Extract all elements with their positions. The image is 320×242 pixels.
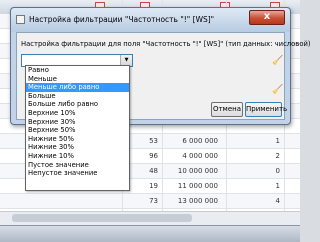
dropdown-option[interactable]: Больше либо равно (26, 100, 129, 109)
table-cell: 1 (275, 182, 280, 190)
broom-clear-icon[interactable]: 🧹 (272, 85, 283, 96)
condition-dropdown-list: Равно Меньше Меньше либо равно Больше Больше… (25, 65, 130, 191)
dropdown-option[interactable]: Верхние 10% (26, 109, 129, 118)
dropdown-option[interactable]: Меньше либо равно (26, 83, 129, 92)
dropdown-option[interactable]: Нижние 30% (26, 143, 129, 152)
filter-description: Настройка фильтрации для поля "Частотнос… (21, 40, 311, 48)
broom-clear-icon[interactable]: 🧹 (272, 56, 283, 67)
dropdown-option[interactable]: Больше (26, 92, 129, 101)
apply-button[interactable]: Применить (245, 102, 287, 117)
table-cell: 13 000 000 (177, 197, 218, 205)
window-icon (16, 15, 25, 24)
dialog-titlebar[interactable]: Настройка фильтрации "Частотность "!" [W… (11, 8, 290, 32)
dropdown-option[interactable]: Верхние 50% (26, 126, 129, 135)
dropdown-option[interactable]: Верхние 30% (26, 118, 129, 127)
close-button[interactable]: x (249, 10, 285, 25)
table-cell: 11 000 000 (177, 182, 218, 190)
table-cell: 6 000 000 (182, 137, 218, 145)
status-bar (0, 225, 300, 242)
dropdown-option[interactable]: Нижние 10% (26, 152, 129, 161)
horizontal-scrollbar[interactable] (0, 211, 300, 225)
table-cell: 48 (149, 167, 158, 175)
dropdown-option[interactable]: Нижние 50% (26, 135, 129, 144)
table-cell: 73 (149, 197, 158, 205)
table-cell: 4 000 000 (182, 152, 218, 160)
table-cell: 2 (275, 152, 280, 160)
table-cell: 53 (149, 137, 158, 145)
table-cell: 10 000 000 (177, 167, 218, 175)
table-cell: 96 (149, 152, 158, 160)
scrollbar-thumb[interactable] (12, 214, 192, 222)
table-cell: 0 (275, 167, 280, 175)
dropdown-option[interactable]: Равно (26, 66, 129, 75)
table-cell: 4 (275, 197, 280, 205)
table-row[interactable]: 73 13 000 000 4 (0, 194, 300, 209)
dropdown-option[interactable]: Пустое значение (26, 161, 129, 170)
cancel-button[interactable]: Отмена (211, 102, 243, 117)
dialog-title: Настройка фильтрации "Частотность "!" [W… (29, 15, 215, 24)
dropdown-option[interactable]: Меньше (26, 75, 129, 84)
table-cell: 1 (275, 137, 280, 145)
table-cell: 19 (149, 182, 158, 190)
dropdown-option[interactable]: Непустое значение (26, 169, 129, 178)
